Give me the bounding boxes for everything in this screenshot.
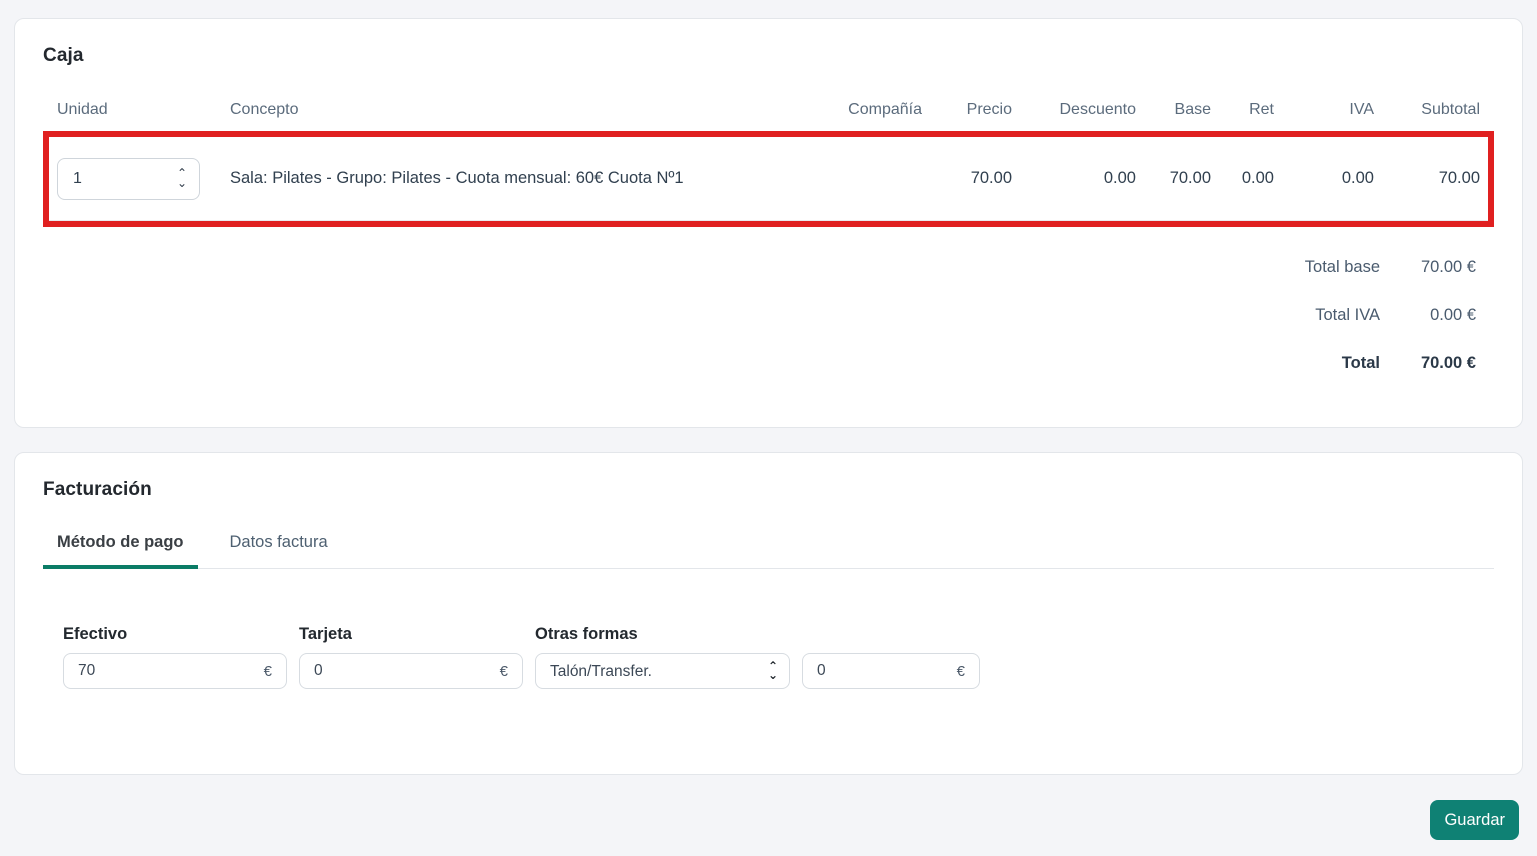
efectivo-field: Efectivo €: [63, 625, 287, 689]
otras-formas-amount-field: €: [802, 625, 980, 689]
column-header-subtotal: Subtotal: [1421, 101, 1480, 118]
efectivo-input-box[interactable]: €: [63, 653, 287, 689]
total-base-label: Total base: [1304, 257, 1380, 276]
descuento-cell: 0.00: [1103, 169, 1136, 187]
otras-formas-amount-input[interactable]: [803, 654, 957, 688]
efectivo-input[interactable]: [64, 654, 264, 688]
euro-sign: €: [956, 662, 965, 680]
facturacion-card: Facturación Método de pago Datos factura…: [14, 452, 1523, 775]
total-iva-label: Total IVA: [1315, 305, 1380, 324]
otras-formas-label: Otras formas: [535, 625, 638, 643]
facturacion-tabs: Método de pago Datos factura: [43, 533, 1494, 569]
total-iva-row: Total IVA 0.00 €: [43, 291, 1476, 339]
otras-formas-select-wrap: Talón/Transfer. ⌃ ⌄: [535, 653, 790, 689]
total-base-value: 70.00 €: [1420, 257, 1476, 276]
otras-formas-amount-label: [802, 625, 980, 644]
footer-action-bar: Guardar: [0, 800, 1519, 840]
grand-total-label: Total: [1341, 353, 1380, 372]
unidad-cell: ⌃ ⌄: [57, 157, 218, 200]
caja-title: Caja: [43, 45, 84, 66]
grand-total-row: Total 70.00 €: [43, 339, 1476, 387]
highlighted-row-outline: ⌃ ⌄ Sala: Pilates - Grupo: Pilates - Cuo…: [43, 131, 1494, 227]
quantity-input[interactable]: [58, 158, 158, 199]
tab-datos-factura[interactable]: Datos factura: [216, 533, 342, 569]
subtotal-cell: 70.00: [1438, 169, 1480, 187]
column-header-descuento: Descuento: [1059, 101, 1137, 118]
total-base-row: Total base 70.00 €: [43, 243, 1476, 291]
stepper-arrows-icon[interactable]: ⌃ ⌄: [177, 159, 187, 199]
column-header-compania: Compañía: [848, 101, 922, 118]
column-header-ret: Ret: [1249, 101, 1274, 118]
tarjeta-input-box[interactable]: €: [299, 653, 523, 689]
concepto-cell: Sala: Pilates - Grupo: Pilates - Cuota m…: [230, 169, 684, 187]
totals-section: Total base 70.00 € Total IVA 0.00 € Tota…: [43, 243, 1494, 387]
chevron-down-icon[interactable]: ⌄: [177, 177, 187, 189]
tarjeta-field: Tarjeta €: [299, 625, 523, 689]
otras-formas-field: Otras formas Talón/Transfer. ⌃ ⌄: [535, 625, 790, 689]
column-header-precio: Precio: [966, 101, 1012, 118]
column-header-base: Base: [1174, 101, 1211, 118]
table-row: ⌃ ⌄ Sala: Pilates - Grupo: Pilates - Cuo…: [49, 137, 1488, 221]
iva-cell: 0.00: [1341, 169, 1374, 187]
ret-cell: 0.00: [1241, 169, 1274, 187]
total-iva-value: 0.00 €: [1430, 305, 1476, 324]
otras-formas-amount-box[interactable]: €: [802, 653, 980, 689]
tarjeta-input[interactable]: [300, 654, 500, 688]
euro-sign: €: [263, 662, 272, 680]
precio-cell: 70.00: [970, 169, 1012, 187]
column-header-iva: IVA: [1349, 101, 1374, 118]
facturacion-title: Facturación: [43, 479, 152, 500]
efectivo-label: Efectivo: [63, 625, 128, 643]
save-button[interactable]: Guardar: [1430, 800, 1519, 840]
column-header-unidad: Unidad: [57, 101, 108, 118]
payment-methods-row: Efectivo € Tarjeta € Otras formas Talón/…: [43, 625, 1494, 689]
tab-metodo-de-pago[interactable]: Método de pago: [43, 533, 198, 569]
column-header-concepto: Concepto: [230, 101, 299, 118]
base-cell: 70.00: [1169, 169, 1211, 187]
grand-total-value: 70.00 €: [1420, 353, 1476, 372]
caja-table-header: Unidad Concepto Compañía Precio Descuent…: [43, 89, 1494, 131]
quantity-stepper[interactable]: ⌃ ⌄: [57, 157, 200, 200]
caja-card: Caja Unidad Concepto Compañía Precio Des…: [14, 18, 1523, 428]
euro-sign: €: [499, 662, 508, 680]
tarjeta-label: Tarjeta: [299, 625, 352, 643]
otras-formas-select[interactable]: Talón/Transfer.: [535, 653, 790, 689]
